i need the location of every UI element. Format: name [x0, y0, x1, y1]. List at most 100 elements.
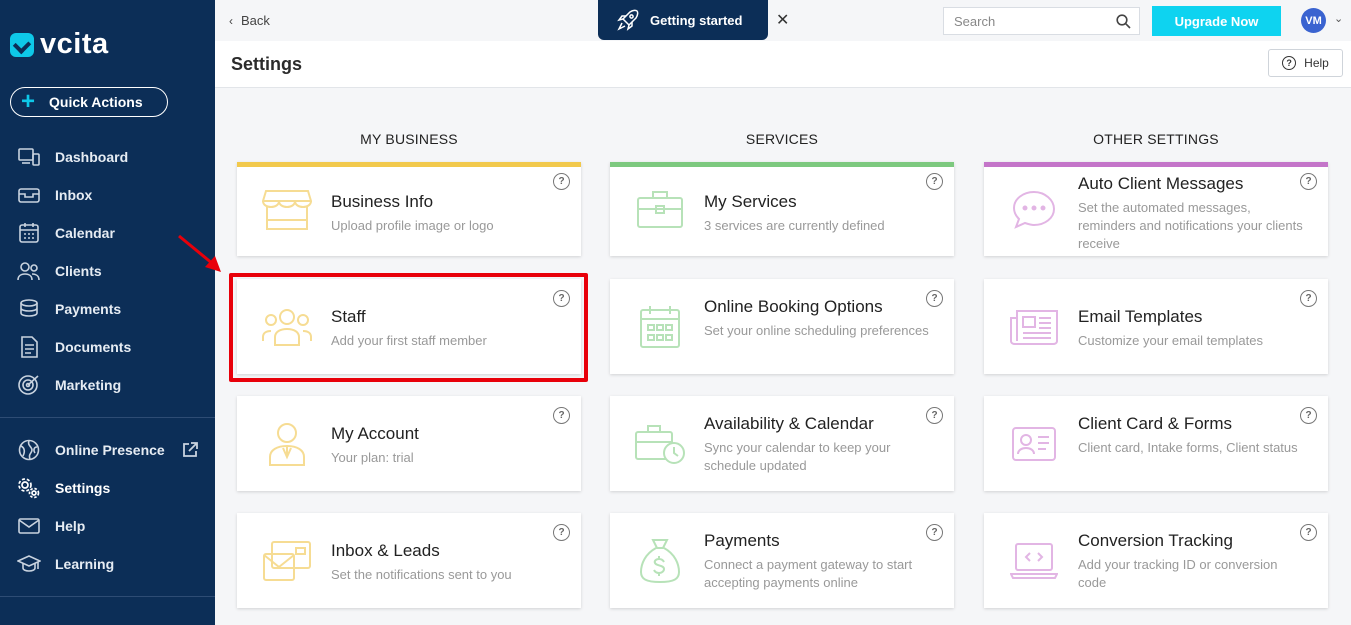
sidebar-item-label: Help [55, 518, 86, 534]
getting-started-button[interactable]: Getting started [598, 0, 768, 40]
close-icon[interactable]: ✕ [776, 10, 789, 30]
sidebar-item-learning[interactable]: Learning [0, 545, 215, 583]
sidebar-item-label: Documents [55, 339, 132, 355]
sidebar-item-label: Online Presence [55, 442, 165, 458]
sidebar-item-documents[interactable]: Documents [0, 328, 215, 366]
column-title-my-business: MY BUSINESS [360, 131, 458, 147]
account-user-icon [259, 419, 315, 469]
chevron-down-icon[interactable]: ⌄ [1334, 12, 1343, 25]
sidebar-item-dashboard[interactable]: Dashboard [0, 138, 215, 176]
vcita-logo-mark-icon [10, 32, 34, 57]
search-input[interactable] [944, 13, 1104, 29]
card-title: Client Card & Forms [1078, 414, 1232, 433]
red-arrow-icon [178, 234, 221, 272]
graduation-cap-icon [16, 553, 42, 575]
card-auto-client-messages[interactable]: Auto Client Messages Set the automated m… [984, 162, 1328, 256]
question-circle-icon[interactable]: ? [926, 173, 943, 190]
card-title: Availability & Calendar [704, 414, 874, 433]
sidebar-item-label: Calendar [55, 225, 115, 241]
question-circle-icon[interactable]: ? [926, 524, 943, 541]
sidebar-divider [0, 596, 215, 597]
newspaper-icon [1006, 302, 1062, 352]
sidebar-item-label: Learning [55, 556, 115, 572]
clients-icon [16, 260, 42, 282]
sidebar-item-inbox[interactable]: Inbox [0, 176, 215, 214]
search-icon[interactable] [1116, 14, 1131, 29]
question-circle-icon[interactable]: ? [1300, 524, 1317, 541]
card-title: Conversion Tracking [1078, 531, 1233, 550]
external-link-icon[interactable] [181, 441, 199, 459]
highlight-box [229, 273, 588, 382]
sidebar-item-help[interactable]: Help [0, 507, 215, 545]
card-description: Client card, Intake forms, Client status [1078, 440, 1298, 455]
card-description: 3 services are currently defined [704, 218, 885, 233]
rocket-icon [617, 9, 639, 31]
card-title: Inbox & Leads [331, 541, 440, 560]
sidebar-item-label: Marketing [55, 377, 122, 393]
card-title: Payments [704, 531, 780, 550]
globe-icon [16, 439, 42, 461]
calendar-icon [16, 222, 42, 244]
card-description: Customize your email templates [1078, 333, 1263, 348]
dashboard-icon [16, 146, 42, 168]
card-accent-line [984, 162, 1328, 167]
briefcase-icon [632, 184, 688, 234]
availability-briefcase-clock-icon [632, 419, 688, 469]
money-bag-icon [632, 536, 688, 586]
card-my-account[interactable]: My Account Your plan: trial ? [237, 396, 581, 491]
page-title: Settings [231, 54, 303, 74]
card-my-services[interactable]: My Services 3 services are currently def… [610, 162, 954, 256]
sidebar-item-marketing[interactable]: Marketing [0, 366, 215, 404]
back-link[interactable]: ‹ Back [229, 13, 270, 28]
plus-icon: + [21, 88, 36, 115]
sidebar-item-settings[interactable]: Settings [0, 469, 215, 507]
sidebar-item-label: Payments [55, 301, 122, 317]
upgrade-now-button[interactable]: Upgrade Now [1152, 6, 1281, 36]
question-circle-icon[interactable]: ? [1300, 173, 1317, 190]
card-business-info[interactable]: Business Info Upload profile image or lo… [237, 162, 581, 256]
question-circle-icon[interactable]: ? [1300, 290, 1317, 307]
sidebar-item-label: Clients [55, 263, 102, 279]
quick-actions-label: Quick Actions [49, 94, 143, 110]
card-conversion-tracking[interactable]: Conversion Tracking Add your tracking ID… [984, 513, 1328, 608]
question-circle-icon[interactable]: ? [553, 173, 570, 190]
card-description: Your plan: trial [331, 450, 414, 465]
card-online-booking-options[interactable]: Online Booking Options Set your online s… [610, 279, 954, 374]
card-client-card-forms[interactable]: Client Card & Forms Client card, Intake … [984, 396, 1328, 491]
column-title-services: SERVICES [745, 131, 819, 147]
sidebar-item-label: Dashboard [55, 149, 129, 165]
question-circle-icon[interactable]: ? [553, 524, 570, 541]
question-circle-icon[interactable]: ? [926, 290, 943, 307]
sidebar-item-payments[interactable]: Payments [0, 290, 215, 328]
question-circle-icon[interactable]: ? [926, 407, 943, 424]
question-circle-icon[interactable]: ? [1300, 407, 1317, 424]
sidebar-item-online-presence[interactable]: Online Presence [0, 431, 215, 469]
card-inbox-leads[interactable]: Inbox & Leads Set the notifications sent… [237, 513, 581, 608]
help-button[interactable]: ? Help [1268, 49, 1343, 77]
card-title: Business Info [331, 192, 434, 211]
card-email-templates[interactable]: Email Templates Customize your email tem… [984, 279, 1328, 374]
card-description: Set the automated messages, reminders an… [1078, 200, 1303, 251]
help-label: Help [1304, 56, 1329, 70]
page-header: Settings ? Help [215, 41, 1351, 88]
quick-actions-button[interactable]: + Quick Actions [10, 87, 168, 117]
card-title: Online Booking Options [704, 297, 883, 316]
settings-icon [16, 477, 42, 499]
question-circle-icon[interactable]: ? [553, 407, 570, 424]
chat-bubble-icon [1006, 184, 1062, 234]
card-title: Auto Client Messages [1078, 174, 1244, 193]
sidebar-item-label: Inbox [55, 187, 93, 203]
id-card-icon [1006, 419, 1062, 469]
back-label: Back [241, 13, 270, 28]
card-accent-line [610, 162, 954, 167]
topbar: ‹ Back Getting started ✕ Upgrade Now VM … [215, 0, 1351, 41]
avatar[interactable]: VM [1301, 8, 1326, 33]
card-description: Connect a payment gateway to start accep… [704, 557, 913, 590]
vcita-logo[interactable]: vcita [10, 28, 109, 61]
inbox-icon [16, 184, 42, 206]
card-description: Sync your calendar to keep your schedule… [704, 440, 891, 473]
card-title: My Services [704, 192, 797, 211]
card-payments[interactable]: Payments Connect a payment gateway to st… [610, 513, 954, 608]
card-title: My Account [331, 424, 419, 443]
card-availability-calendar[interactable]: Availability & Calendar Sync your calend… [610, 396, 954, 491]
